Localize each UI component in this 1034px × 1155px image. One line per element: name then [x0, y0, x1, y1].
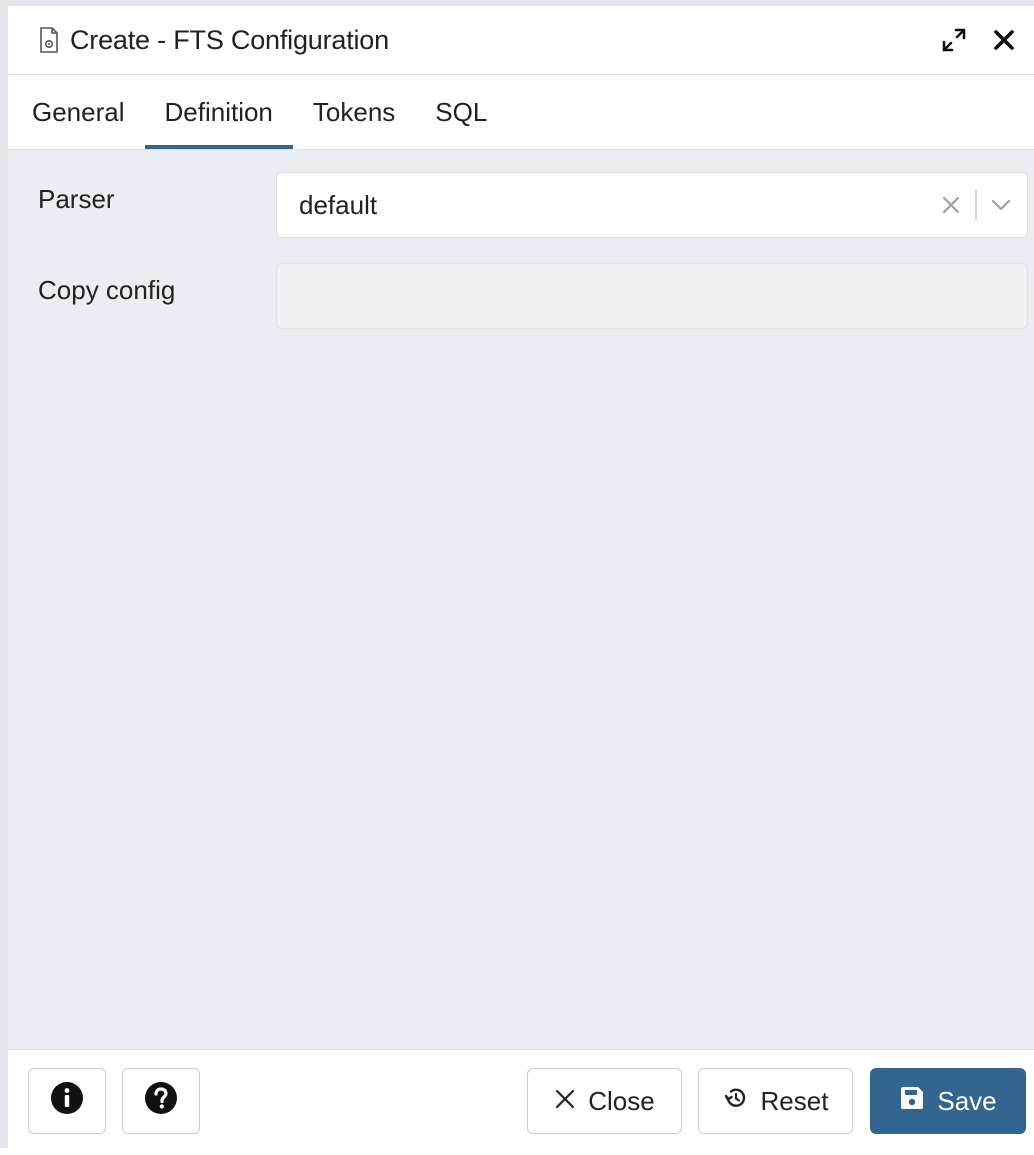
tab-tokens[interactable]: Tokens: [293, 75, 415, 149]
chevron-down-icon[interactable]: [983, 187, 1019, 223]
parser-value: default: [299, 189, 378, 220]
copy-config-row: Copy config: [8, 263, 1034, 331]
fts-configuration-dialog: Create - FTS Configuration General Defin…: [0, 0, 1034, 1155]
dialog-footer: Close Reset Save: [8, 1049, 1034, 1155]
parser-label: Parser: [38, 184, 115, 214]
save-button[interactable]: Save: [870, 1068, 1026, 1134]
close-x-icon: [554, 1086, 576, 1117]
reset-icon: [723, 1085, 749, 1118]
definition-panel: Parser default Copy config: [8, 150, 1034, 1049]
help-icon: [144, 1081, 178, 1122]
help-button[interactable]: [122, 1068, 200, 1134]
clear-icon[interactable]: [933, 187, 969, 223]
reset-button[interactable]: Reset: [698, 1068, 853, 1134]
tab-bar: General Definition Tokens SQL: [8, 75, 1034, 150]
close-icon[interactable]: [988, 24, 1020, 56]
parser-row: Parser default: [8, 172, 1034, 240]
select-separator: [975, 190, 977, 220]
tab-sql[interactable]: SQL: [415, 75, 507, 149]
close-button[interactable]: Close: [527, 1068, 682, 1134]
parser-select[interactable]: default: [276, 172, 1028, 238]
reset-button-label: Reset: [760, 1085, 829, 1116]
copy-config-label: Copy config: [38, 275, 176, 305]
close-button-label: Close: [588, 1085, 655, 1116]
dialog-title: Create - FTS Configuration: [70, 24, 389, 55]
dialog-titlebar[interactable]: Create - FTS Configuration: [8, 6, 1034, 75]
file-config-icon: [36, 27, 62, 53]
info-icon: [50, 1081, 84, 1122]
tab-general[interactable]: General: [8, 75, 145, 149]
tab-definition[interactable]: Definition: [144, 75, 293, 149]
info-button[interactable]: [28, 1068, 106, 1134]
save-button-label: Save: [937, 1085, 997, 1116]
save-icon: [899, 1085, 925, 1118]
copy-config-field[interactable]: [276, 263, 1028, 329]
expand-icon[interactable]: [938, 24, 970, 56]
